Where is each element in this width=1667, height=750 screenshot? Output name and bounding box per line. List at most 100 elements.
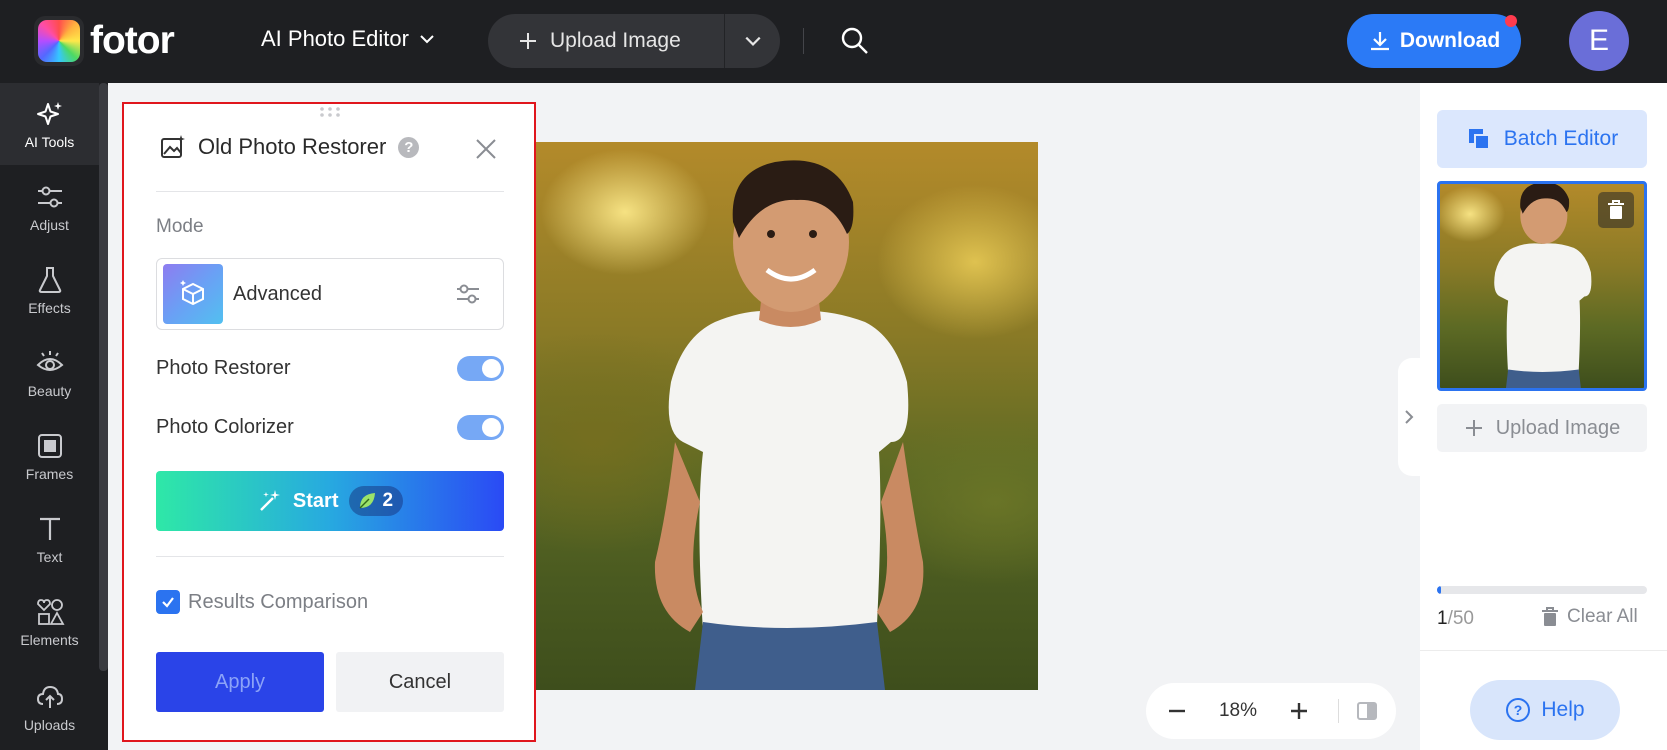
edited-photo[interactable]: [535, 142, 1038, 690]
sidebar-item-effects[interactable]: Effects: [0, 249, 99, 331]
help-tooltip-icon[interactable]: ?: [398, 136, 420, 158]
sidebar-item-frames[interactable]: Frames: [0, 415, 99, 497]
delete-thumbnail-button[interactable]: [1598, 192, 1634, 228]
sidebar-item-beauty[interactable]: Beauty: [0, 332, 99, 414]
panel-header: Old Photo Restorer ?: [160, 134, 420, 160]
sparkle-icon: [36, 101, 62, 125]
right-upload-label: Upload Image: [1495, 416, 1621, 439]
zoom-controls: 18%: [1146, 683, 1396, 739]
mode-label: Mode: [156, 216, 204, 237]
clear-all-button[interactable]: Clear All: [1541, 606, 1638, 628]
mode-value: Advanced: [233, 282, 322, 305]
photo-subject: [654, 160, 924, 690]
plus-icon: [1291, 703, 1307, 719]
photo-colorizer-toggle[interactable]: [457, 415, 504, 440]
photo-colorizer-label: Photo Colorizer: [156, 416, 294, 438]
sidebar-item-text[interactable]: Text: [0, 498, 99, 580]
logo-text: fotor: [90, 19, 175, 62]
zoom-divider: [1338, 699, 1339, 723]
collapse-right-panel-tab[interactable]: [1398, 358, 1420, 476]
photo-restore-icon: [161, 135, 185, 158]
upload-options-dropdown[interactable]: [725, 14, 780, 68]
photo-restorer-label: Photo Restorer: [156, 357, 291, 379]
editor-menu-label: AI Photo Editor: [261, 26, 409, 51]
right-upload-image-button[interactable]: Upload Image: [1437, 404, 1647, 452]
notification-dot: [1505, 15, 1517, 27]
trash-icon: [1542, 607, 1558, 626]
drag-handle-icon[interactable]: [318, 106, 342, 118]
upload-image-button[interactable]: Upload Image: [488, 14, 725, 68]
sidebar-item-label: Adjust: [30, 216, 69, 233]
results-comparison-option[interactable]: Results Comparison: [156, 590, 368, 614]
logo-icon: [34, 16, 84, 66]
start-label: Start: [292, 489, 339, 512]
rail-scrollbar[interactable]: [99, 83, 108, 671]
advanced-mode-icon: [163, 264, 223, 324]
sidebar-item-label: Text: [36, 548, 63, 565]
image-count-progress-fill: [1437, 586, 1442, 594]
search-icon: [841, 27, 868, 54]
sidebar-item-label: Uploads: [23, 716, 76, 733]
sidebar-item-label: Effects: [28, 299, 71, 316]
minus-icon: [1169, 709, 1185, 713]
zoom-level: 18%: [1218, 700, 1258, 721]
settings-sliders-icon[interactable]: [453, 279, 483, 309]
sidebar-item-ai-tools[interactable]: AI Tools: [0, 83, 99, 165]
chevron-right-icon: [1405, 410, 1414, 424]
results-comparison-label: Results Comparison: [188, 590, 369, 613]
search-button[interactable]: [840, 26, 870, 56]
panel-title: Old Photo Restorer: [198, 134, 387, 159]
sidebar-item-adjust[interactable]: Adjust: [0, 166, 99, 248]
upload-image-group: Upload Image: [488, 14, 780, 68]
sidebar-item-elements[interactable]: Elements: [0, 581, 99, 663]
upload-image-label: Upload Image: [550, 29, 681, 52]
image-count: 1/50: [1437, 608, 1474, 630]
zoom-out-button[interactable]: [1146, 683, 1208, 739]
image-count-total: /50: [1447, 608, 1474, 629]
compare-icon: [1357, 702, 1377, 720]
credit-cost-badge: 2: [348, 486, 404, 516]
question-circle-icon: ?: [1506, 698, 1531, 722]
plus-icon: [520, 33, 536, 49]
image-count-progress: [1437, 586, 1647, 594]
editor-menu-dropdown[interactable]: AI Photo Editor: [261, 26, 435, 52]
sidebar-item-label: Frames: [25, 465, 74, 482]
svg-text:?: ?: [1514, 702, 1523, 718]
compare-toggle-button[interactable]: [1347, 683, 1387, 739]
start-button[interactable]: Start 2: [156, 471, 504, 531]
trash-icon: [1608, 200, 1624, 219]
sidebar-item-uploads[interactable]: Uploads: [0, 666, 99, 748]
cancel-button[interactable]: Cancel: [336, 652, 504, 712]
photo-restorer-row: Photo Restorer: [156, 356, 504, 381]
text-icon: [39, 517, 60, 540]
check-icon: [162, 597, 174, 608]
photo-restorer-toggle[interactable]: [457, 356, 504, 381]
batch-editor-label: Batch Editor: [1503, 127, 1619, 150]
cloud-upload-icon: [36, 685, 63, 708]
magic-wand-icon: [260, 490, 280, 511]
layers-icon: [1468, 129, 1490, 150]
eye-icon: [36, 350, 63, 371]
download-button[interactable]: Download: [1347, 14, 1521, 68]
panel-divider: [156, 556, 504, 557]
image-count-current: 1: [1437, 608, 1448, 629]
shapes-icon: [36, 598, 65, 625]
fotor-logo[interactable]: fotor: [34, 16, 175, 66]
batch-editor-button[interactable]: Batch Editor: [1437, 110, 1647, 168]
credit-cost: 2: [382, 490, 394, 511]
sliders-icon: [37, 186, 62, 207]
photo-colorizer-row: Photo Colorizer: [156, 415, 504, 440]
close-icon[interactable]: [474, 137, 498, 161]
frame-icon: [37, 433, 62, 458]
results-comparison-checkbox[interactable]: [156, 590, 180, 614]
apply-button[interactable]: Apply: [156, 652, 324, 712]
sidebar-item-label: Beauty: [27, 382, 72, 399]
chevron-down-icon: [420, 35, 434, 44]
zoom-in-button[interactable]: [1268, 683, 1330, 739]
sidebar-item-label: Elements: [20, 631, 79, 648]
help-button[interactable]: ? Help: [1470, 680, 1620, 740]
mode-selector[interactable]: Advanced: [156, 258, 504, 330]
avatar[interactable]: E: [1569, 11, 1629, 71]
plus-icon: [1465, 420, 1482, 436]
panel-divider: [156, 191, 504, 192]
